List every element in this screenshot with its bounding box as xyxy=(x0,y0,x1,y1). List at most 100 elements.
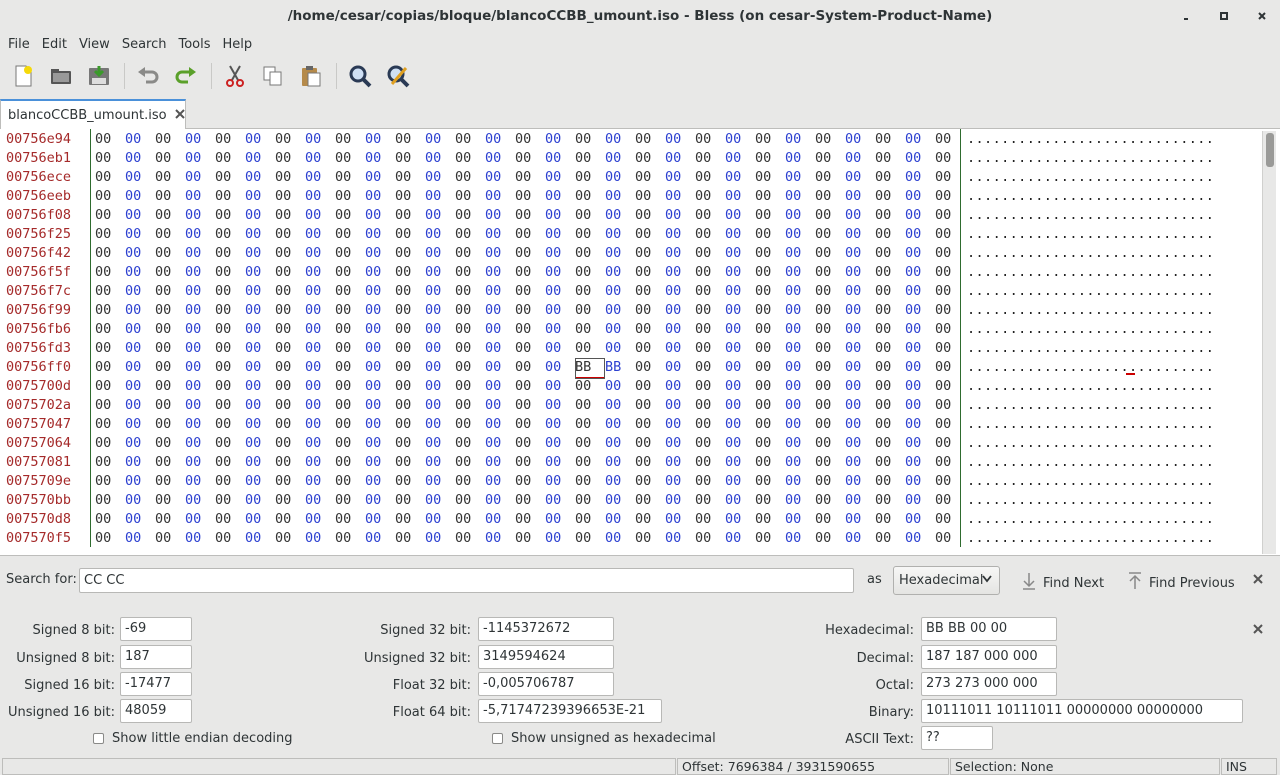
hex-byte[interactable]: 00 xyxy=(95,301,125,320)
hex-byte[interactable]: 00 xyxy=(125,187,155,206)
hex-byte[interactable]: 00 xyxy=(125,130,155,149)
hex-byte[interactable]: 00 xyxy=(575,130,605,149)
hex-byte[interactable]: 00 xyxy=(215,320,245,339)
hex-byte[interactable]: 00 xyxy=(515,472,545,491)
hex-byte[interactable]: 00 xyxy=(695,282,725,301)
hex-byte[interactable]: 00 xyxy=(245,415,275,434)
signed32-field[interactable]: -1145372672 xyxy=(478,617,614,641)
hex-byte[interactable]: 00 xyxy=(155,434,185,453)
hex-byte[interactable]: 00 xyxy=(695,339,725,358)
hex-byte[interactable]: 00 xyxy=(605,339,635,358)
paste-icon[interactable] xyxy=(296,61,326,91)
ascii-row[interactable]: ............................. xyxy=(967,358,1214,377)
hex-byte[interactable]: 00 xyxy=(575,244,605,263)
hex-byte[interactable]: 00 xyxy=(305,396,335,415)
hex-byte[interactable]: 00 xyxy=(845,491,875,510)
hex-byte[interactable]: 00 xyxy=(815,491,845,510)
hex-byte[interactable]: 00 xyxy=(695,453,725,472)
hex-byte[interactable]: 00 xyxy=(605,320,635,339)
hex-byte[interactable]: 00 xyxy=(335,301,365,320)
hex-byte[interactable]: 00 xyxy=(875,358,905,377)
menu-help[interactable]: Help xyxy=(217,37,259,52)
hex-byte[interactable]: 00 xyxy=(305,263,335,282)
hex-byte[interactable]: 00 xyxy=(185,529,215,548)
hex-byte[interactable]: 00 xyxy=(815,282,845,301)
hex-byte[interactable]: 00 xyxy=(275,244,305,263)
hex-byte[interactable]: 00 xyxy=(245,168,275,187)
hex-row[interactable]: 00 00 00 00 00 00 00 00 00 00 00 00 00 00 00 00 BB BB 00 00… xyxy=(95,358,965,379)
hex-byte[interactable]: 00 xyxy=(275,434,305,453)
hex-byte[interactable]: 00 xyxy=(815,187,845,206)
hex-byte[interactable]: 00 xyxy=(185,301,215,320)
hex-byte[interactable]: 00 xyxy=(815,301,845,320)
hex-byte[interactable]: 00 xyxy=(275,187,305,206)
hex-byte[interactable]: 00 xyxy=(185,244,215,263)
hex-byte[interactable]: 00 xyxy=(455,510,485,529)
hex-byte[interactable]: 00 xyxy=(515,358,545,377)
hex-byte[interactable]: 00 xyxy=(635,396,665,415)
hex-byte[interactable]: 00 xyxy=(95,244,125,263)
hex-byte[interactable]: 00 xyxy=(635,453,665,472)
hex-byte[interactable]: 00 xyxy=(845,377,875,396)
hex-byte[interactable]: 00 xyxy=(275,396,305,415)
hex-byte[interactable]: 00 xyxy=(185,130,215,149)
hex-byte[interactable]: 00 xyxy=(875,529,905,548)
hex-byte[interactable]: 00 xyxy=(575,396,605,415)
hex-byte[interactable]: 00 xyxy=(905,244,935,263)
hex-byte[interactable]: 00 xyxy=(125,377,155,396)
hex-byte[interactable]: 00 xyxy=(725,472,755,491)
hex-byte[interactable]: 00 xyxy=(755,168,785,187)
ascii-row[interactable]: ............................. xyxy=(967,130,1214,149)
hex-byte[interactable]: 00 xyxy=(425,168,455,187)
hex-byte[interactable]: 00 xyxy=(335,529,365,548)
hex-byte[interactable]: 00 xyxy=(155,320,185,339)
hex-byte[interactable]: 00 xyxy=(185,396,215,415)
hex-byte[interactable]: 00 xyxy=(845,339,875,358)
hex-byte[interactable]: 00 xyxy=(125,491,155,510)
hex-byte[interactable]: 00 xyxy=(185,434,215,453)
hex-byte[interactable]: 00 xyxy=(185,263,215,282)
hex-byte[interactable]: 00 xyxy=(305,453,335,472)
hex-byte[interactable]: 00 xyxy=(365,263,395,282)
hex-byte[interactable]: 00 xyxy=(605,510,635,529)
hex-byte[interactable]: 00 xyxy=(425,472,455,491)
hex-byte[interactable]: 00 xyxy=(155,377,185,396)
hex-byte[interactable]: 00 xyxy=(815,396,845,415)
hex-byte[interactable]: 00 xyxy=(635,168,665,187)
decimal-field[interactable]: 187 187 000 000 xyxy=(921,645,1057,669)
hex-byte[interactable]: 00 xyxy=(395,301,425,320)
ascii-row[interactable]: ............................. xyxy=(967,529,1214,548)
hex-byte[interactable]: 00 xyxy=(425,206,455,225)
ascii-row[interactable]: ............................. xyxy=(967,301,1214,320)
hex-byte[interactable]: 00 xyxy=(695,529,725,548)
hex-byte[interactable]: 00 xyxy=(635,225,665,244)
hex-byte[interactable]: 00 xyxy=(635,529,665,548)
hex-byte[interactable]: 00 xyxy=(155,206,185,225)
hex-byte[interactable]: 00 xyxy=(575,301,605,320)
hex-byte[interactable]: 00 xyxy=(485,453,515,472)
hex-byte[interactable]: 00 xyxy=(305,282,335,301)
hex-byte[interactable]: 00 xyxy=(665,453,695,472)
hex-byte[interactable]: 00 xyxy=(695,396,725,415)
hex-byte[interactable]: 00 xyxy=(125,301,155,320)
hex-byte[interactable]: 00 xyxy=(125,282,155,301)
hex-byte[interactable]: 00 xyxy=(725,244,755,263)
hex-byte[interactable]: 00 xyxy=(95,529,125,548)
hex-byte[interactable]: 00 xyxy=(725,149,755,168)
hex-byte[interactable]: 00 xyxy=(785,263,815,282)
hex-view[interactable]: 00756e94 00756eb1 00756ece 00756eeb 00756f08… xyxy=(0,129,1280,556)
hex-byte[interactable]: 00 xyxy=(275,529,305,548)
hex-byte[interactable]: 00 xyxy=(635,415,665,434)
hex-row[interactable]: 00 00 00 00 00 00 00 00 00 00 00 00 00 00 00 00 00 00 00 00… xyxy=(95,434,965,453)
hex-byte[interactable]: 00 xyxy=(815,168,845,187)
hex-byte[interactable]: 00 xyxy=(575,339,605,358)
hex-byte[interactable]: 00 xyxy=(575,377,605,396)
find-next-button[interactable]: Find Next xyxy=(1021,572,1104,594)
hex-row[interactable]: 00 00 00 00 00 00 00 00 00 00 00 00 00 00 00 00 00 00 00 00… xyxy=(95,491,965,510)
hex-byte[interactable]: 00 xyxy=(215,415,245,434)
hex-byte[interactable]: 00 xyxy=(605,472,635,491)
hex-byte[interactable]: 00 xyxy=(785,434,815,453)
hex-byte[interactable]: 00 xyxy=(725,529,755,548)
hex-byte[interactable]: 00 xyxy=(785,453,815,472)
hex-byte[interactable]: 00 xyxy=(125,168,155,187)
